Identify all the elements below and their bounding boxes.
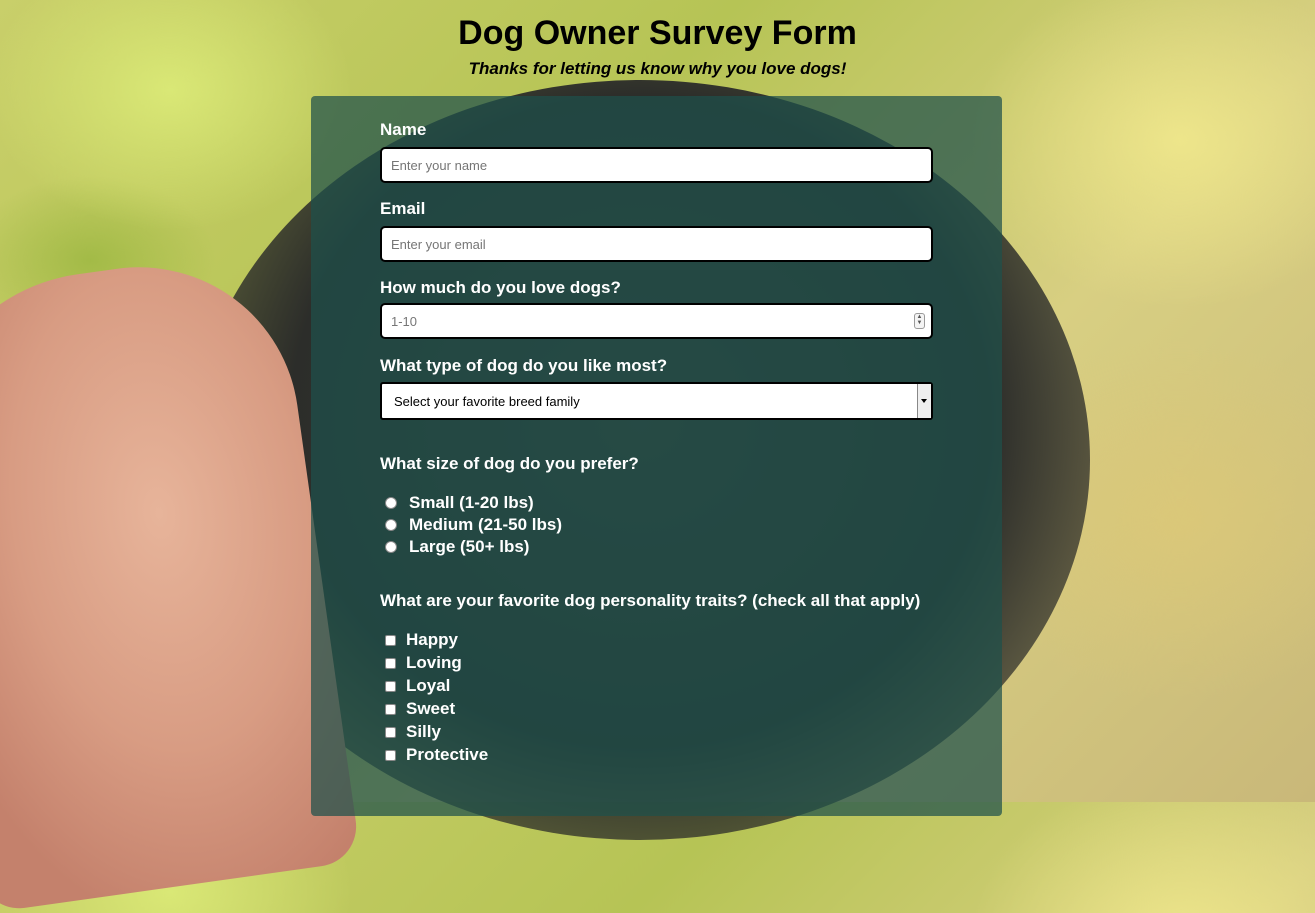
trait-option-label: Happy <box>406 630 458 649</box>
trait-option-label: Loyal <box>406 676 451 695</box>
page-header: Dog Owner Survey Form Thanks for letting… <box>0 0 1315 79</box>
size-label: What size of dog do you prefer? <box>380 454 639 473</box>
page-description: Thanks for letting us know why you love … <box>468 59 847 78</box>
email-input[interactable] <box>380 226 933 262</box>
name-field-group: Name <box>380 120 933 183</box>
page-title: Dog Owner Survey Form <box>458 14 857 52</box>
breed-select[interactable]: Select your favorite breed family <box>380 382 933 420</box>
name-input[interactable] <box>380 147 933 183</box>
trait-option-label: Protective <box>406 745 489 764</box>
trait-option-loyal[interactable]: Loyal <box>380 675 450 697</box>
checkbox[interactable] <box>385 680 396 692</box>
traits-label: What are your favorite dog personality t… <box>380 591 921 610</box>
size-option-label: Medium (21-50 lbs) <box>409 515 563 534</box>
love-label: How much do you love dogs? <box>380 278 621 297</box>
radio-button[interactable] <box>385 541 397 553</box>
chevron-down-icon <box>917 384 931 418</box>
size-field-group: What size of dog do you prefer? <box>380 454 933 474</box>
checkbox[interactable] <box>385 749 396 761</box>
breed-select-value: Select your favorite breed family <box>394 394 580 409</box>
trait-option-happy[interactable]: Happy <box>380 629 458 651</box>
radio-button[interactable] <box>385 519 397 531</box>
size-option-medium[interactable]: Medium (21-50 lbs) <box>380 514 562 536</box>
breed-label: What type of dog do you like most? <box>380 356 668 375</box>
size-option-label: Small (1-20 lbs) <box>409 493 534 512</box>
name-label: Name <box>380 120 427 139</box>
traits-field-group: What are your favorite dog personality t… <box>380 591 933 611</box>
trait-option-silly[interactable]: Silly <box>380 721 441 743</box>
trait-option-label: Sweet <box>406 699 456 718</box>
email-label: Email <box>380 199 426 218</box>
size-option-small[interactable]: Small (1-20 lbs) <box>380 492 534 514</box>
number-spinner[interactable]: ▲ ▼ <box>914 313 925 329</box>
checkbox[interactable] <box>385 726 396 738</box>
trait-option-loving[interactable]: Loving <box>380 652 462 674</box>
trait-option-protective[interactable]: Protective <box>380 744 488 766</box>
checkbox[interactable] <box>385 634 396 646</box>
survey-form: Name Email How much do you love dogs? ▲▼… <box>311 96 1002 816</box>
love-field-group: How much do you love dogs? ▲▼ <box>380 278 933 339</box>
size-option-label: Large (50+ lbs) <box>409 537 530 556</box>
breed-field-group: What type of dog do you like most? Selec… <box>380 356 933 420</box>
love-number-wrapper: ▲▼ <box>380 303 933 339</box>
love-number-input[interactable] <box>380 303 933 339</box>
checkbox[interactable] <box>385 657 396 669</box>
email-field-group: Email <box>380 199 933 262</box>
checkbox[interactable] <box>385 703 396 715</box>
size-option-large[interactable]: Large (50+ lbs) <box>380 536 529 558</box>
trait-option-sweet[interactable]: Sweet <box>380 698 455 720</box>
trait-option-label: Silly <box>406 722 441 741</box>
trait-option-label: Loving <box>406 653 462 672</box>
radio-button[interactable] <box>385 497 397 509</box>
